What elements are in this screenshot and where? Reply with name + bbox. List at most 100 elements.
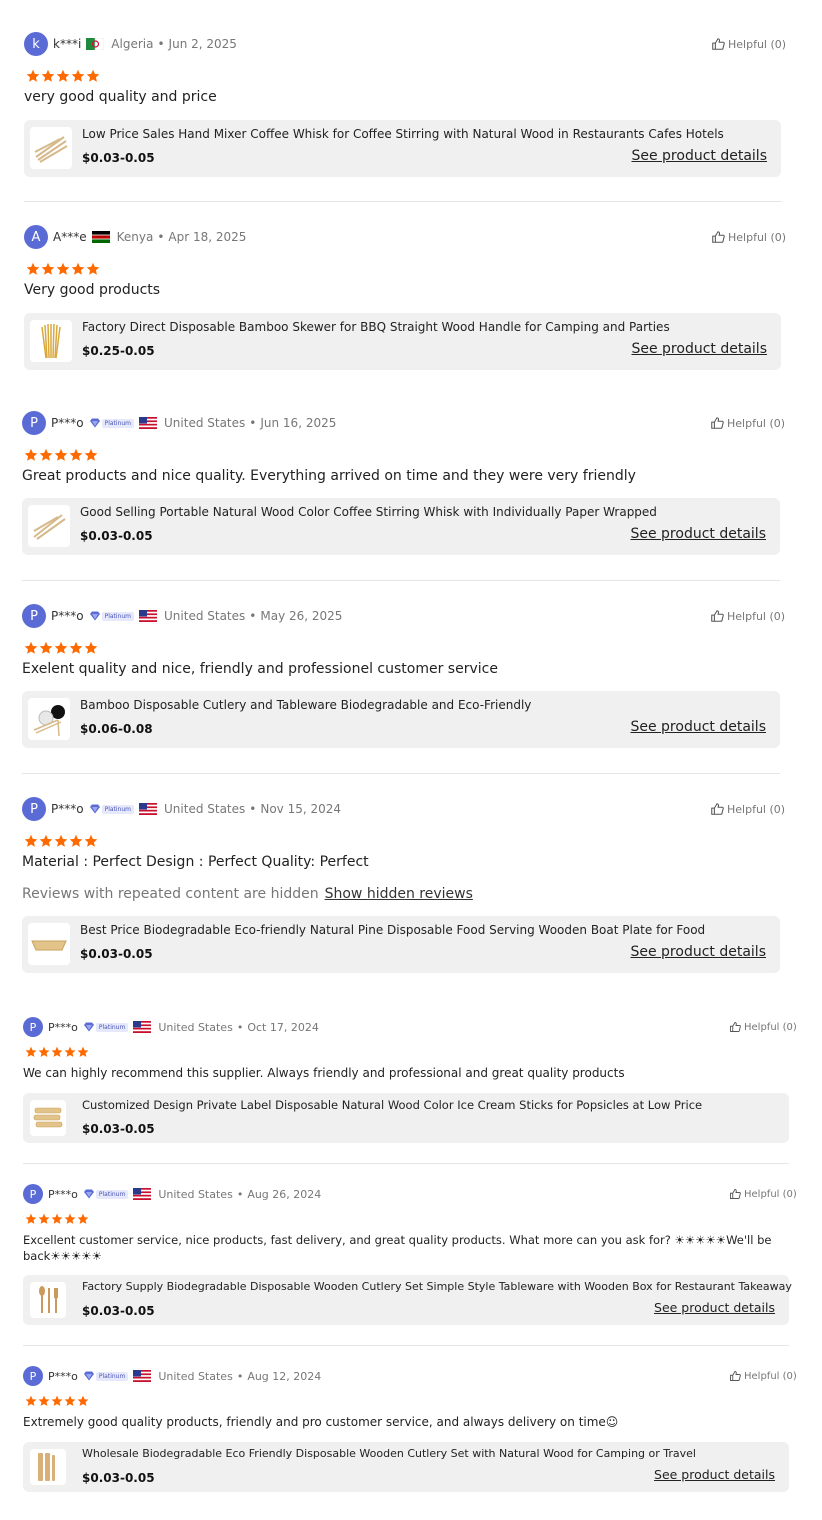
product-thumbnail[interactable] — [30, 1100, 66, 1136]
star-icon — [25, 1213, 37, 1224]
product-card[interactable]: Wholesale Biodegradable Eco Friendly Dis… — [23, 1442, 789, 1492]
helpful-button[interactable]: Helpful (0) — [710, 802, 785, 816]
avatar: P — [22, 604, 46, 628]
us-flag-icon — [133, 1370, 152, 1382]
product-card[interactable]: Factory Direct Disposable Bamboo Skewer … — [24, 313, 781, 370]
helpful-label: Helpful (0) — [727, 609, 786, 623]
helpful-button[interactable]: Helpful (0) — [710, 609, 785, 623]
product-title[interactable]: Factory Direct Disposable Bamboo Skewer … — [82, 320, 670, 334]
helpful-button[interactable]: Helpful (0) — [729, 1021, 797, 1033]
product-title[interactable]: Factory Supply Biodegradable Disposable … — [82, 1280, 792, 1293]
review-meta: Kenya • Apr 18, 2025 — [116, 230, 247, 244]
reviewer-name: P***o — [51, 416, 84, 430]
diamond-icon — [83, 1022, 94, 1032]
review-card: P P***o Platinum United States • Aug 26, 2… — [23, 1183, 797, 1328]
show-hidden-reviews-link[interactable]: Show hidden reviews — [325, 886, 473, 902]
star-icon — [54, 834, 68, 847]
review-text: Excellent customer service, nice product… — [23, 1233, 772, 1247]
product-title[interactable]: Good Selling Portable Natural Wood Color… — [80, 505, 657, 519]
product-card[interactable]: Good Selling Portable Natural Wood Color… — [22, 498, 780, 555]
product-card[interactable]: Factory Supply Biodegradable Disposable … — [23, 1275, 792, 1325]
review-header: P P***o Platinum United States • Jun 16, 2… — [22, 410, 336, 436]
see-product-details-link[interactable]: See product details — [630, 944, 766, 960]
product-title[interactable]: Best Price Biodegradable Eco-friendly Na… — [80, 923, 705, 937]
thumbs-up-icon — [711, 610, 724, 622]
platinum-label: Platinum — [101, 611, 135, 621]
country: Kenya — [116, 230, 154, 244]
avatar: P — [23, 1017, 43, 1037]
see-product-details-link[interactable]: See product details — [654, 1300, 775, 1315]
review-card: P P***o Platinum United States • Nov 15, 2… — [22, 796, 785, 976]
review-date: Aug 26, 2024 — [247, 1187, 322, 1201]
review-date: Apr 18, 2025 — [168, 230, 247, 244]
thumbs-up-icon — [712, 38, 725, 50]
star-rating — [25, 1046, 90, 1058]
product-title[interactable]: Low Price Sales Hand Mixer Coffee Whisk … — [82, 127, 724, 141]
review-card: P P***o Platinum United States • May 26, 2… — [22, 603, 785, 753]
product-title[interactable]: Customized Design Private Label Disposab… — [82, 1098, 702, 1112]
product-price: $0.03-0.05 — [82, 1122, 155, 1136]
avatar: k — [24, 32, 48, 56]
divider — [24, 201, 782, 202]
diamond-icon — [89, 611, 100, 621]
product-price: $0.03-0.05 — [82, 1471, 155, 1485]
product-card[interactable]: Bamboo Disposable Cutlery and Tableware … — [22, 691, 780, 748]
platinum-badge: Platinum — [83, 1371, 129, 1381]
see-product-details-link[interactable]: See product details — [631, 341, 767, 357]
review-card: P P***o Platinum United States • Jun 16, 2… — [22, 410, 785, 560]
star-icon — [51, 1213, 63, 1224]
review-card: P P***o Platinum United States • Oct 17, 2… — [23, 1016, 797, 1146]
helpful-button[interactable]: Helpful (0) — [711, 230, 786, 244]
product-thumbnail[interactable] — [28, 698, 70, 740]
star-icon — [24, 834, 38, 847]
helpful-button[interactable]: Helpful (0) — [729, 1370, 797, 1382]
product-thumbnail[interactable] — [30, 127, 72, 169]
see-product-details-link[interactable]: See product details — [654, 1467, 775, 1482]
platinum-badge: Platinum — [83, 1022, 129, 1032]
platinum-label: Platinum — [95, 1022, 129, 1032]
product-thumbnail[interactable] — [30, 1282, 66, 1318]
see-product-details-link[interactable]: See product details — [630, 719, 766, 735]
kenya-flag-icon — [91, 231, 110, 243]
helpful-button[interactable]: Helpful (0) — [710, 416, 785, 430]
star-icon — [39, 448, 53, 461]
see-product-details-link[interactable]: See product details — [631, 148, 767, 164]
us-flag-icon — [139, 610, 158, 622]
review-date: Jun 2, 2025 — [168, 37, 237, 51]
review-card: P P***o Platinum United States • Aug 12, 2… — [23, 1365, 797, 1495]
country: United States — [158, 1187, 233, 1201]
product-title[interactable]: Bamboo Disposable Cutlery and Tableware … — [80, 698, 531, 712]
helpful-button[interactable]: Helpful (0) — [711, 37, 786, 51]
country: United States — [158, 1020, 233, 1034]
review-text: Exelent quality and nice, friendly and p… — [22, 661, 498, 677]
see-product-details-link[interactable]: See product details — [630, 526, 766, 542]
product-title[interactable]: Wholesale Biodegradable Eco Friendly Dis… — [82, 1447, 696, 1460]
product-card[interactable]: Best Price Biodegradable Eco-friendly Na… — [22, 916, 780, 973]
helpful-label: Helpful (0) — [744, 1188, 797, 1200]
helpful-button[interactable]: Helpful (0) — [729, 1188, 797, 1200]
country: Algeria — [111, 37, 154, 51]
review-meta: United States • Aug 12, 2024 — [158, 1369, 322, 1383]
product-price: $0.03-0.05 — [82, 151, 155, 165]
helpful-label: Helpful (0) — [744, 1370, 797, 1382]
review-text-continued: back☀☀☀☀☀ — [23, 1249, 102, 1263]
review-meta: United States • Oct 17, 2024 — [158, 1020, 319, 1034]
star-icon — [25, 1046, 37, 1057]
platinum-label: Platinum — [95, 1371, 129, 1381]
star-rating — [25, 1395, 90, 1407]
product-thumbnail[interactable] — [28, 505, 70, 547]
product-thumbnail[interactable] — [30, 1449, 66, 1485]
thumbs-up-icon — [712, 231, 725, 243]
star-icon — [26, 262, 40, 275]
product-thumbnail[interactable] — [28, 923, 70, 965]
review-header: A A***e Kenya • Apr 18, 2025 — [24, 224, 246, 250]
product-thumbnail[interactable] — [30, 320, 72, 362]
product-card[interactable]: Customized Design Private Label Disposab… — [23, 1093, 789, 1143]
star-icon — [86, 262, 100, 275]
star-icon — [24, 641, 38, 654]
thumbs-up-icon — [730, 1189, 741, 1199]
product-card[interactable]: Low Price Sales Hand Mixer Coffee Whisk … — [24, 120, 781, 177]
star-icon — [84, 641, 98, 654]
reviewer-name: P***o — [48, 1020, 78, 1034]
review-text: Material : Perfect Design : Perfect Qual… — [22, 854, 369, 870]
